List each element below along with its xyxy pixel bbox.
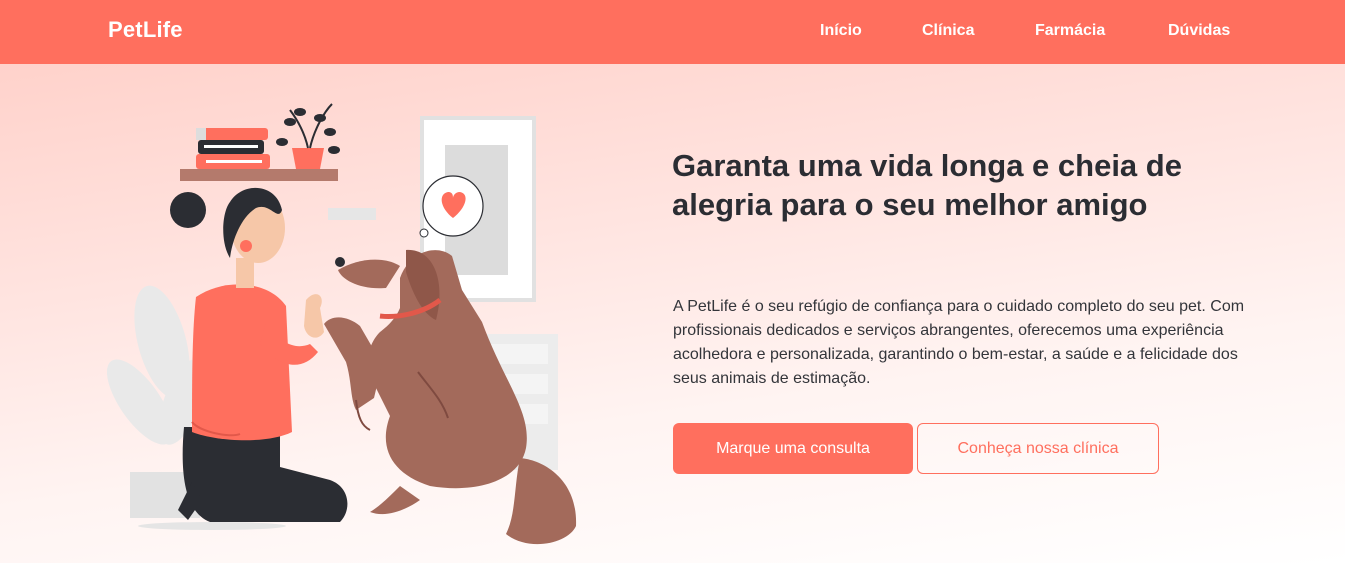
hero-title: Garanta uma vida longa e cheia de alegri… [672, 148, 1182, 222]
book-appointment-button[interactable]: Marque uma consulta [673, 423, 913, 474]
woman-high-five-dog-illustration [106, 103, 577, 545]
hero-description: A PetLife é o seu refúgio de confiança p… [673, 298, 1245, 387]
shelf [180, 103, 340, 181]
logo[interactable]: PetLife [108, 17, 183, 43]
top-navbar: PetLife Início Clínica Farmácia Dúvidas [0, 0, 1345, 64]
nav-link-inicio[interactable]: Início [820, 22, 862, 40]
nav-link-duvidas[interactable]: Dúvidas [1168, 22, 1230, 40]
hero-section: Garanta uma vida longa e cheia de alegri… [0, 64, 1345, 563]
nav-link-farmacia[interactable]: Farmácia [1035, 22, 1105, 40]
nav-link-clinica[interactable]: Clínica [922, 22, 974, 40]
visit-clinic-button[interactable]: Conheça nossa clínica [917, 423, 1159, 474]
